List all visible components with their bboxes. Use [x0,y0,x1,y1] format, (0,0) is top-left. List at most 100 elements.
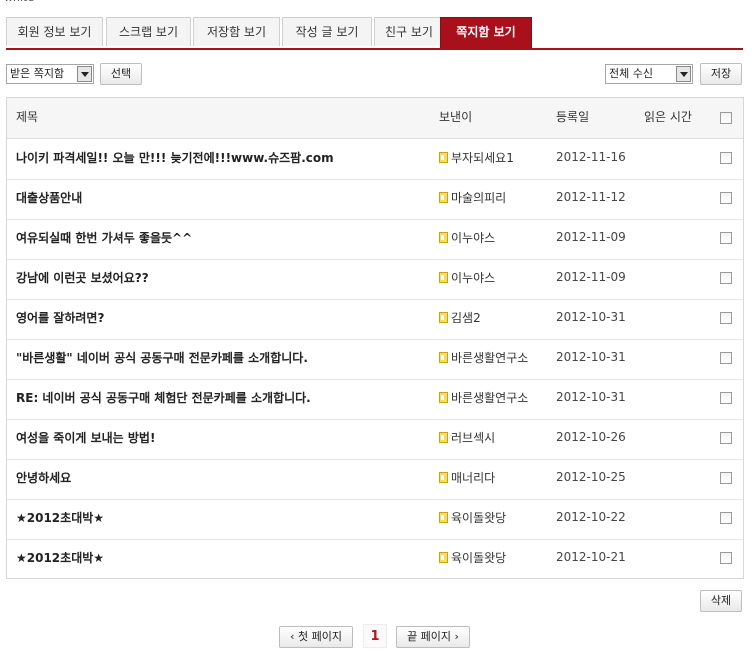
table-row: 여유되실때 한번 가셔두 좋을듯^^ 이누야스 2012-11-09 [7,219,743,260]
sender-name: 러브섹시 [451,431,496,445]
row-checkbox[interactable] [720,392,732,404]
table-row: 나이키 파격세일!! 오늘 만!!! 늦기전에!!!www.슈즈팜.com 부자… [7,139,743,180]
member-icon [439,152,448,163]
row-checkbox[interactable] [720,552,732,564]
message-sender[interactable]: 마술의피리 [439,189,506,206]
current-page[interactable]: 1 [363,624,387,648]
sender-name: 육이돌왓당 [451,511,507,525]
save-button[interactable]: 저장 [700,63,742,85]
member-icon [439,272,448,283]
message-subject[interactable]: 나이키 파격세일!! 오늘 만!!! 늦기전에!!!www.슈즈팜.com [16,149,334,166]
table-row: 강남에 이런곳 보셨어요?? 이누야스 2012-11-09 [7,259,743,300]
header-subject: 제목 [16,110,39,124]
tab-written-posts[interactable]: 작성 글 보기 [282,17,372,46]
table-row: "바른생활" 네이버 공식 공동구매 전문카페를 소개합니다. 바른생활연구소 … [7,339,743,380]
message-date: 2012-10-22 [556,510,626,524]
table-row: 여성을 죽이게 보내는 방법! 러브섹시 2012-10-26 [7,419,743,460]
message-date: 2012-10-31 [556,350,626,364]
row-checkbox[interactable] [720,352,732,364]
header-sender: 보낸이 [439,110,473,124]
message-sender[interactable]: 이누야스 [439,229,495,246]
message-subject[interactable]: "바른생활" 네이버 공식 공동구매 전문카페를 소개합니다. [16,349,308,366]
tab-saved[interactable]: 저장함 보기 [193,17,280,46]
tab-scrap[interactable]: 스크랩 보기 [106,17,191,46]
top-text: white [4,0,34,4]
tab-member-info[interactable]: 회원 정보 보기 [6,17,103,46]
sender-name: 바른생활연구소 [451,391,529,405]
message-subject[interactable]: 강남에 이런곳 보셨어요?? [16,269,149,286]
message-sender[interactable]: 부자되세요1 [439,149,514,166]
row-checkbox[interactable] [720,432,732,444]
select-all-checkbox[interactable] [720,112,732,124]
message-subject[interactable]: RE: 네이버 공식 공동구매 체험단 전문카페를 소개합니다. [16,389,311,406]
member-icon [439,312,448,323]
sender-name: 바른생활연구소 [451,351,529,365]
table-row: RE: 네이버 공식 공동구매 체험단 전문카페를 소개합니다. 바른생활연구소… [7,379,743,420]
row-checkbox[interactable] [720,152,732,164]
message-date: 2012-11-09 [556,230,626,244]
row-checkbox[interactable] [720,512,732,524]
last-page-button[interactable]: 끝 페이지 › [396,626,470,648]
message-subject[interactable]: ★2012초대박★ [16,509,104,526]
header-read-time: 읽은 시간 [644,110,692,124]
row-checkbox[interactable] [720,312,732,324]
member-icon [439,552,448,563]
message-subject[interactable]: 영어를 잘하려면? [16,309,104,326]
filter-select-value: 전체 수신 [609,67,653,80]
chevron-down-icon [676,66,691,82]
sender-name: 매너리다 [451,471,496,485]
tab-underline [6,48,743,50]
member-icon [439,432,448,443]
table-row: 안녕하세요 매너리다 2012-10-25 [7,459,743,500]
message-date: 2012-11-09 [556,270,626,284]
row-checkbox[interactable] [720,272,732,284]
message-date: 2012-10-31 [556,390,626,404]
member-icon [439,392,448,403]
message-sender[interactable]: 러브섹시 [439,429,495,446]
table-row: 영어를 잘하려면? 김샘2 2012-10-31 [7,299,743,340]
message-sender[interactable]: 바른생활연구소 [439,389,528,406]
message-date: 2012-10-31 [556,310,626,324]
table-row: 대출상품안내 마술의피리 2012-11-12 [7,179,743,220]
table-row: ★2012초대박★ 육이돌왓당 2012-10-21 [7,539,743,579]
member-icon [439,472,448,483]
sender-name: 김샘2 [451,311,481,325]
message-sender[interactable]: 매너리다 [439,469,495,486]
sender-name: 이누야스 [451,231,496,245]
member-icon [439,352,448,363]
first-page-button[interactable]: ‹ 첫 페이지 [279,626,353,648]
message-sender[interactable]: 육이돌왓당 [439,549,506,566]
delete-button[interactable]: 삭제 [700,590,742,612]
message-date: 2012-11-12 [556,190,626,204]
sender-name: 마술의피리 [451,191,507,205]
message-subject[interactable]: ★2012초대박★ [16,549,104,566]
member-icon [439,192,448,203]
message-box-select-value: 받은 쪽지함 [10,67,65,80]
message-subject[interactable]: 안녕하세요 [16,469,71,486]
table-row: ★2012초대박★ 육이돌왓당 2012-10-22 [7,499,743,540]
message-date: 2012-11-16 [556,150,626,164]
row-checkbox[interactable] [720,192,732,204]
message-subject[interactable]: 여성을 죽이게 보내는 방법! [16,429,155,446]
table-header: 제목 보낸이 등록일 읽은 시간 [7,98,743,139]
message-date: 2012-10-25 [556,470,626,484]
message-box-select[interactable]: 받은 쪽지함 [6,64,94,84]
message-sender[interactable]: 육이돌왓당 [439,509,506,526]
message-table: 제목 보낸이 등록일 읽은 시간 나이키 파격세일!! 오늘 만!!! 늦기전에… [6,97,744,579]
row-checkbox[interactable] [720,472,732,484]
member-icon [439,232,448,243]
sender-name: 부자되세요1 [451,151,514,165]
row-checkbox[interactable] [720,232,732,244]
chevron-down-icon [77,66,92,82]
tab-friends[interactable]: 친구 보기 [374,17,444,46]
filter-select[interactable]: 전체 수신 [605,64,693,84]
header-date: 등록일 [556,110,590,124]
tab-messages[interactable]: 쪽지함 보기 [440,17,532,48]
message-date: 2012-10-26 [556,430,626,444]
message-sender[interactable]: 김샘2 [439,309,481,326]
message-subject[interactable]: 여유되실때 한번 가셔두 좋을듯^^ [16,229,192,246]
message-subject[interactable]: 대출상품안내 [16,189,82,206]
select-button[interactable]: 선택 [100,63,142,85]
message-sender[interactable]: 바른생활연구소 [439,349,528,366]
message-sender[interactable]: 이누야스 [439,269,495,286]
